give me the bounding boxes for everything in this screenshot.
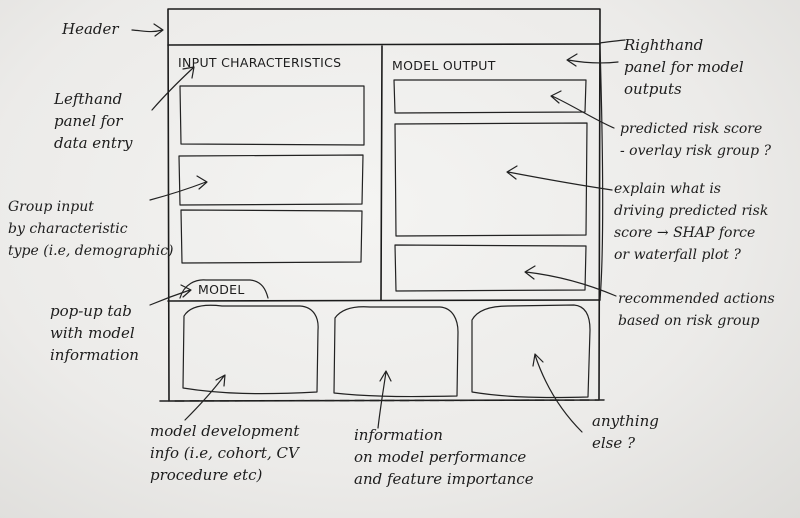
model-performance-box <box>333 306 459 398</box>
header-annotation: Header <box>62 20 119 38</box>
risk-score-box <box>393 79 587 114</box>
header-arrow <box>131 23 164 37</box>
risk-score-annotation: predicted risk score - overlay risk grou… <box>620 121 771 159</box>
right-panel-annotation: Righthand panel for model outputs <box>624 36 744 98</box>
actions-annotation: recommended actions based on risk group <box>618 291 775 329</box>
header-divider <box>167 43 601 46</box>
anything-else-arrow <box>532 353 583 433</box>
group-input-annotation: Group input by characteristic type (i.e,… <box>8 199 174 259</box>
panel-divider <box>380 45 383 301</box>
wireframe-sketch: INPUT CHARACTERISTICS MODEL OUTPUT MODEL… <box>0 0 800 518</box>
left-panel-arrow <box>151 66 195 111</box>
actions-arrow <box>524 265 617 297</box>
input-group-box-2 <box>178 154 364 206</box>
frame-corner-arrow <box>599 39 626 44</box>
input-characteristics-title: INPUT CHARACTERISTICS <box>178 55 342 70</box>
model-development-arrow <box>184 374 226 421</box>
performance-arrow <box>377 370 392 429</box>
model-development-box <box>182 304 319 395</box>
anything-else-annotation: anything else ? <box>592 412 659 452</box>
explanation-plot-box <box>394 122 588 237</box>
left-panel-annotation: Lefthand panel for data entry <box>54 90 133 152</box>
panels-bottom-divider <box>167 299 601 302</box>
input-group-box-3 <box>180 209 363 264</box>
explanation-annotation: explain what is driving predicted risk s… <box>614 181 769 263</box>
anything-else-box <box>471 304 591 399</box>
popup-tab-annotation: pop-up tab with model information <box>50 302 139 364</box>
model-development-annotation: model development info (i.e, cohort, CV … <box>150 422 300 484</box>
explanation-arrow <box>506 165 613 191</box>
recommended-actions-box <box>394 244 587 292</box>
model-output-title: MODEL OUTPUT <box>392 58 496 73</box>
model-tab-label[interactable]: MODEL <box>198 282 245 297</box>
right-panel-arrow <box>566 53 619 67</box>
input-group-box-1 <box>179 85 365 146</box>
performance-annotation: information on model performance and fea… <box>354 426 534 488</box>
